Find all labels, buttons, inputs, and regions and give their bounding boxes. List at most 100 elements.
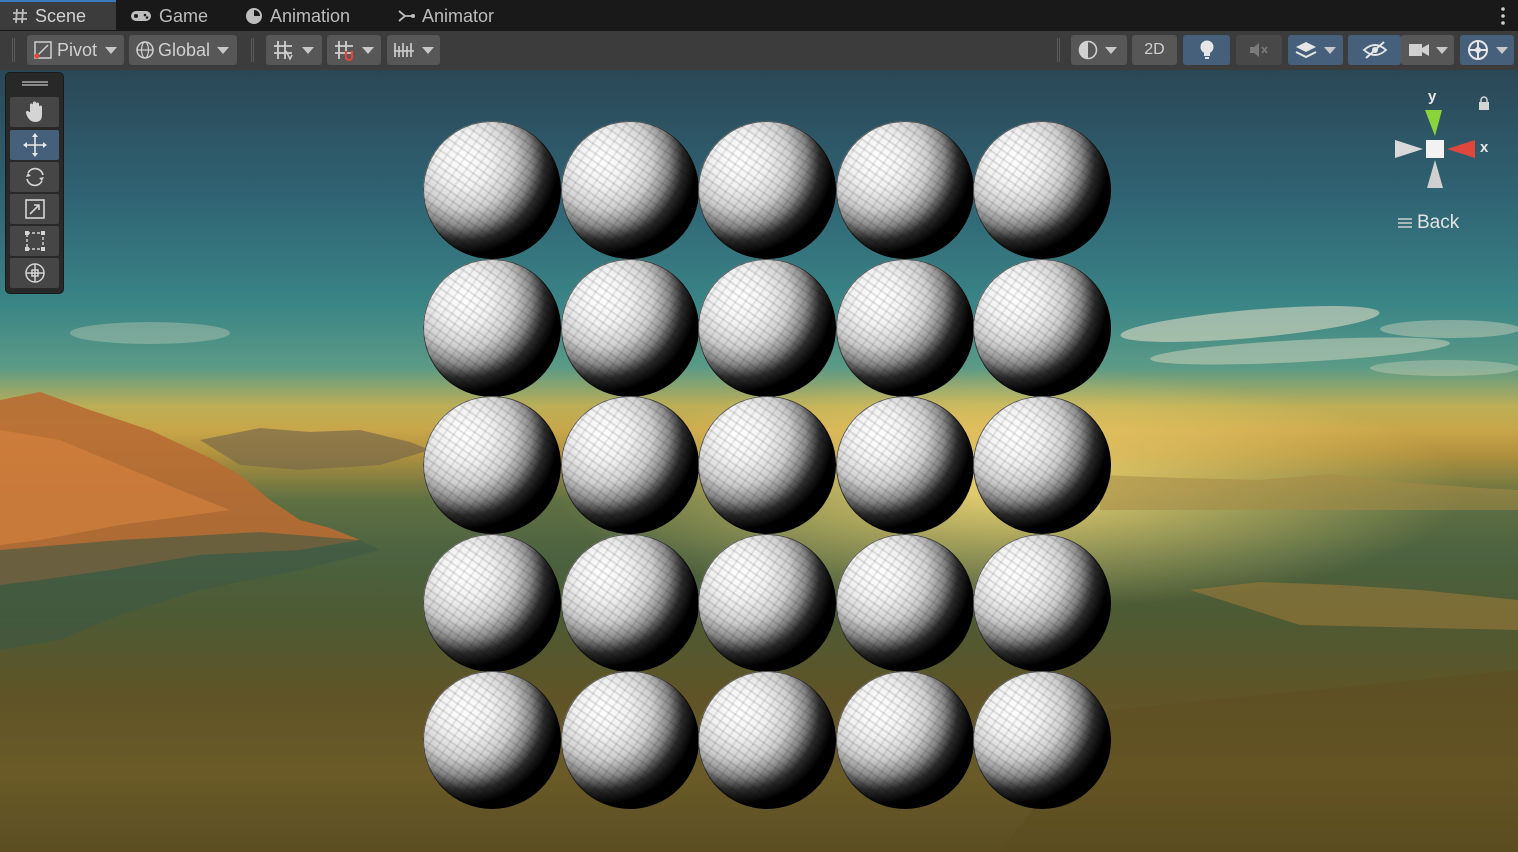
globe-icon — [136, 41, 154, 59]
sphere-object[interactable] — [561, 534, 699, 672]
tab-label: Animator — [422, 5, 495, 26]
chevron-down-icon — [422, 46, 434, 54]
audio-muted-icon — [1250, 43, 1268, 57]
light-bulb-icon — [1200, 40, 1213, 59]
sphere-object[interactable] — [698, 671, 836, 809]
effects-dropdown[interactable] — [1288, 35, 1343, 65]
node-graph-icon — [398, 10, 415, 22]
hand-tool-button[interactable] — [10, 97, 59, 127]
scene-visibility-toggle-button[interactable] — [1348, 35, 1401, 65]
overlay-drag-handle[interactable] — [22, 81, 48, 86]
global-dropdown[interactable]: Global — [129, 35, 237, 65]
tab-label: Game — [159, 5, 209, 26]
gamepad-icon — [131, 11, 151, 21]
effects-layers-icon — [1295, 42, 1317, 59]
gizmo-globe-icon — [1468, 40, 1488, 60]
gizmo-neg-x-cone[interactable] — [1395, 140, 1423, 158]
sphere-object[interactable] — [836, 259, 974, 397]
chevron-down-icon — [1324, 46, 1336, 54]
grid-magnet-icon — [335, 41, 354, 61]
grid-hash-icon — [13, 8, 27, 24]
toolbar-grip[interactable] — [12, 38, 15, 62]
view-direction-label[interactable]: Back — [1398, 212, 1459, 234]
increment-snapping-dropdown[interactable] — [327, 35, 381, 65]
sphere-object[interactable] — [973, 259, 1111, 397]
view-direction-text: Back — [1417, 212, 1460, 233]
chevron-down-icon — [105, 46, 118, 54]
sphere-object[interactable] — [698, 534, 836, 672]
chevron-down-icon — [362, 46, 374, 54]
sphere-grid — [0, 70, 1518, 852]
rotate-icon — [25, 167, 44, 187]
tab-animator[interactable]: Animator — [397, 1, 494, 31]
grid-snapping-dropdown[interactable] — [266, 35, 322, 65]
move-tool-button[interactable] — [10, 130, 59, 160]
global-label: Global — [158, 39, 211, 60]
sphere-object[interactable] — [423, 534, 561, 672]
chevron-down-icon — [1436, 46, 1448, 54]
rotate-tool-button[interactable] — [10, 162, 59, 192]
lock-icon[interactable] — [1478, 96, 1490, 110]
transform-tool-button[interactable] — [10, 258, 59, 288]
eye-hidden-icon — [1362, 41, 1387, 59]
tab-label: Scene — [35, 5, 87, 26]
toolbar-grip[interactable] — [1057, 38, 1060, 62]
rect-tool-button[interactable] — [10, 226, 59, 256]
toggle-2d-label: 2D — [1144, 41, 1165, 58]
pivot-dropdown[interactable]: Pivot — [27, 35, 124, 65]
sphere-object[interactable] — [836, 396, 974, 534]
sphere-object[interactable] — [973, 121, 1111, 259]
transform-icon — [24, 263, 45, 283]
chevron-down-icon — [1105, 46, 1117, 54]
tab-scene[interactable]: Scene — [0, 0, 116, 30]
chevron-down-icon — [1496, 46, 1508, 54]
camera-icon — [1409, 44, 1429, 56]
sphere-object[interactable] — [561, 259, 699, 397]
ruler-snapping-dropdown[interactable] — [387, 35, 440, 65]
draw-mode-dropdown[interactable] — [1071, 35, 1127, 65]
gizmo-center-cube[interactable] — [1426, 140, 1444, 158]
lighting-toggle-button[interactable] — [1183, 35, 1230, 65]
pivot-label: Pivot — [57, 39, 98, 60]
tab-game[interactable]: Game — [130, 1, 208, 31]
chevron-down-icon — [302, 46, 314, 54]
sphere-object[interactable] — [973, 534, 1111, 672]
gizmo-x-cone[interactable] — [1447, 140, 1475, 158]
sphere-object[interactable] — [561, 396, 699, 534]
gizmo-y-cone[interactable] — [1425, 110, 1442, 136]
pivot-icon — [34, 41, 52, 59]
toggle-2d-button[interactable]: 2D — [1132, 35, 1177, 65]
audio-toggle-button[interactable] — [1236, 35, 1282, 65]
scene-viewport[interactable] — [0, 70, 1518, 852]
hand-icon — [25, 101, 42, 122]
sphere-object[interactable] — [836, 534, 974, 672]
sphere-object[interactable] — [973, 396, 1111, 534]
shading-mode-icon — [1078, 40, 1098, 60]
tab-label: Animation — [270, 5, 351, 26]
scene-toolbar: Pivot Global 2D — [0, 31, 1518, 71]
sphere-object[interactable] — [836, 121, 974, 259]
tools-overlay — [6, 73, 63, 293]
sphere-object[interactable] — [423, 671, 561, 809]
sphere-object[interactable] — [561, 671, 699, 809]
move-arrows-icon — [22, 133, 47, 157]
camera-settings-dropdown[interactable] — [1401, 35, 1454, 65]
sphere-object[interactable] — [836, 671, 974, 809]
more-options-icon[interactable] — [1500, 6, 1506, 26]
editor-tab-bar: Scene Game Animation Animator — [0, 0, 1518, 32]
gizmo-neg-y-cone[interactable] — [1427, 160, 1443, 188]
sphere-object[interactable] — [973, 671, 1111, 809]
scale-tool-button[interactable] — [10, 194, 59, 224]
gizmos-dropdown[interactable] — [1460, 35, 1514, 65]
sphere-object[interactable] — [561, 121, 699, 259]
chevron-down-icon — [217, 46, 230, 54]
sphere-object[interactable] — [698, 121, 836, 259]
sphere-object[interactable] — [423, 259, 561, 397]
hamburger-icon — [1398, 218, 1412, 228]
toolbar-grip[interactable] — [251, 38, 254, 62]
sphere-object[interactable] — [698, 396, 836, 534]
sphere-object[interactable] — [423, 121, 561, 259]
sphere-object[interactable] — [698, 259, 836, 397]
tab-animation[interactable]: Animation — [245, 1, 350, 31]
sphere-object[interactable] — [423, 396, 561, 534]
